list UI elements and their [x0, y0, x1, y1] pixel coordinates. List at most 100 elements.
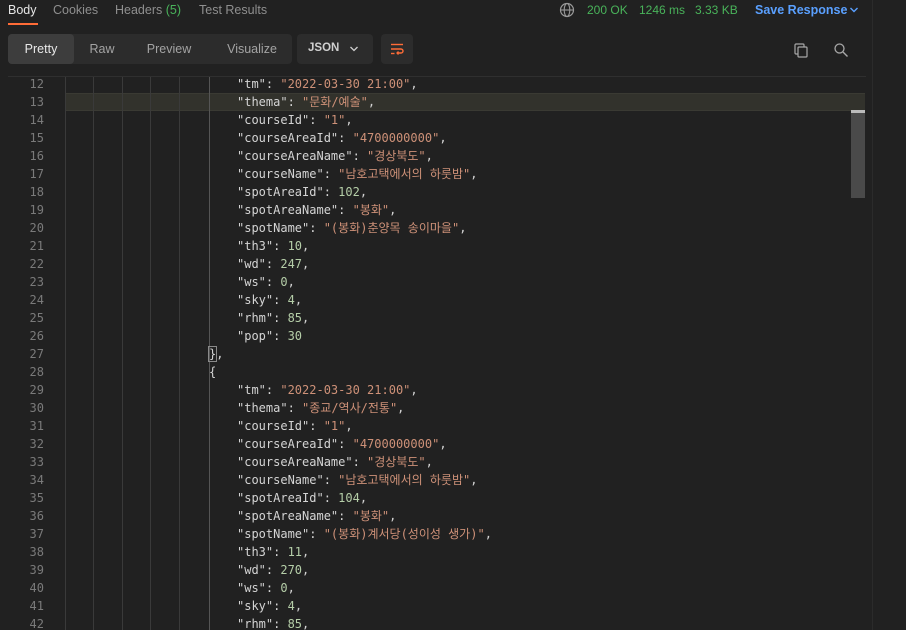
json-comma: ,: [359, 491, 368, 505]
line-number: 30: [29, 401, 44, 415]
code-line: 26 "pop": 30: [8, 327, 858, 345]
json-comma: ,: [294, 599, 303, 613]
code-content: "rhm": 85,: [237, 615, 309, 630]
code-line: 22 "wd": 247,: [8, 255, 858, 273]
json-number-value: 0: [280, 581, 288, 595]
code-content: "tm": "2022-03-30 21:00",: [237, 77, 418, 93]
line-number: 16: [29, 149, 44, 163]
json-key: "courseAreaId": [237, 131, 339, 145]
json-colon: :: [265, 257, 281, 271]
chevron-down-icon[interactable]: [849, 5, 859, 15]
json-string-value: "(봉화)춘양목 송이마을": [323, 221, 460, 235]
json-colon: :: [323, 491, 339, 505]
json-key: "spotAreaName": [237, 203, 339, 217]
code-line: 28 {: [8, 363, 858, 381]
line-number: 15: [29, 131, 44, 145]
view-raw[interactable]: Raw: [78, 34, 126, 64]
chevron-down-icon: [350, 46, 358, 52]
json-key: "spotAreaName": [237, 509, 339, 523]
line-number: 13: [29, 95, 44, 109]
scrollbar-position-marker: [851, 110, 865, 113]
format-select[interactable]: JSON: [297, 34, 373, 64]
json-key: "th3": [237, 545, 274, 559]
wrap-lines-button[interactable]: [381, 34, 413, 64]
vertical-scrollbar-thumb[interactable]: [851, 110, 865, 198]
copy-icon[interactable]: [793, 42, 809, 58]
json-colon: :: [265, 77, 281, 91]
line-number: 39: [29, 563, 44, 577]
json-number-value: 270: [280, 563, 303, 577]
code-content: "wd": 247,: [237, 255, 309, 273]
json-comma: ,: [459, 221, 467, 235]
code-content: "spotName": "(봉화)계서당(성이성 생가)",: [237, 525, 492, 543]
json-colon: :: [323, 473, 339, 487]
json-colon: :: [309, 527, 324, 541]
json-colon: :: [273, 545, 288, 559]
status-code[interactable]: 200 OK: [587, 3, 628, 17]
view-visualize[interactable]: Visualize: [212, 34, 292, 64]
json-brace: {: [209, 365, 217, 379]
code-content: "courseId": "1",: [237, 417, 353, 435]
json-key: "courseAreaId": [237, 437, 339, 451]
tab-test-results[interactable]: Test Results: [199, 3, 267, 17]
code-line: 14 "courseId": "1",: [8, 111, 858, 129]
json-key: "wd": [237, 257, 266, 271]
json-comma: ,: [345, 113, 353, 127]
save-response-button[interactable]: Save Response: [755, 3, 847, 17]
json-colon: :: [323, 167, 339, 181]
code-line: 33 "courseAreaName": "경상북도",: [8, 453, 858, 471]
json-key: "thema": [237, 401, 288, 415]
tab-cookies[interactable]: Cookies: [53, 3, 98, 17]
json-colon: :: [265, 383, 281, 397]
matched-bracket: }: [207, 346, 218, 362]
code-content: "courseAreaName": "경상북도",: [237, 147, 433, 165]
line-number: 42: [29, 617, 44, 630]
view-pretty[interactable]: Pretty: [8, 34, 74, 64]
json-comma: ,: [425, 149, 433, 163]
json-key: "rhm": [237, 617, 274, 630]
json-comma: ,: [302, 617, 310, 630]
code-line: 32 "courseAreaId": "4700000000",: [8, 435, 858, 453]
json-string-value: "경상북도": [367, 149, 426, 163]
json-string-value: "봉화": [352, 509, 390, 523]
view-preview[interactable]: Preview: [132, 34, 206, 64]
globe-icon[interactable]: [559, 2, 575, 18]
code-line: 34 "courseName": "남호고택에서의 하룻밤",: [8, 471, 858, 489]
tab-body[interactable]: Body: [8, 3, 37, 17]
json-number-value: 85: [287, 617, 303, 630]
json-comma: ,: [359, 185, 368, 199]
code-line: 27},: [8, 345, 858, 363]
json-comma: ,: [470, 473, 478, 487]
json-colon: :: [273, 329, 288, 343]
response-time[interactable]: 1246 ms: [639, 3, 685, 17]
code-content: "ws": 0,: [237, 579, 295, 597]
code-line: 38 "th3": 11,: [8, 543, 858, 561]
code-content: "th3": 10,: [237, 237, 309, 255]
line-number: 29: [29, 383, 44, 397]
json-colon: :: [265, 275, 281, 289]
response-size[interactable]: 3.33 KB: [695, 3, 738, 17]
json-comma: ,: [287, 275, 295, 289]
line-number: 20: [29, 221, 44, 235]
line-number: 12: [29, 77, 44, 91]
active-tab-indicator: [8, 23, 38, 25]
code-content: "thema": "문화/예술",: [237, 93, 375, 111]
line-number: 37: [29, 527, 44, 541]
json-comma: ,: [484, 527, 492, 541]
json-comma: ,: [389, 509, 397, 523]
json-colon: :: [338, 203, 353, 217]
code-content: "pop": 30: [237, 327, 302, 345]
code-line: 15 "courseAreaId": "4700000000",: [8, 129, 858, 147]
line-number: 25: [29, 311, 44, 325]
response-body-editor[interactable]: 12 "tm": "2022-03-30 21:00", 13 "thema": "문…: [8, 76, 866, 630]
json-number-value: 85: [287, 311, 303, 325]
tab-headers[interactable]: Headers (5): [115, 3, 181, 17]
json-comma: ,: [397, 401, 405, 415]
search-icon[interactable]: [833, 42, 849, 58]
json-key: "spotAreaId": [237, 491, 324, 505]
json-key: "sky": [237, 293, 274, 307]
code-content: "rhm": 85,: [237, 309, 309, 327]
code-content: "sky": 4,: [237, 291, 302, 309]
json-key: "rhm": [237, 311, 274, 325]
code-line: 29 "tm": "2022-03-30 21:00",: [8, 381, 858, 399]
